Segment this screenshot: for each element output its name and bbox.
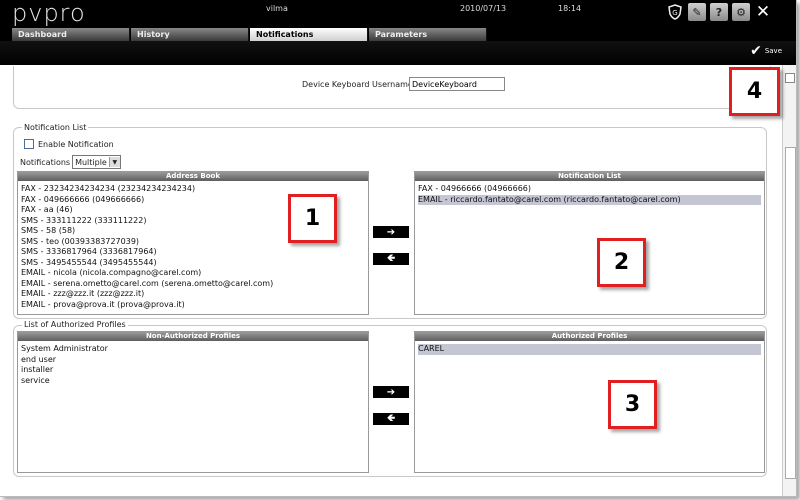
non-authorized-header: Non-Authorized Profiles (18, 332, 368, 341)
save-label: Save (764, 47, 782, 55)
scroll-up-button[interactable] (785, 73, 795, 83)
deauthorize-profile-button[interactable]: 🡸 (373, 413, 409, 425)
address-book-header: Address Book (18, 172, 368, 181)
notifications-mode-row: Notifications Multiple ▼ (20, 155, 121, 169)
user-name: vilma (266, 4, 288, 13)
list-item-selected[interactable]: CAREL (418, 344, 761, 355)
tab-dashboard[interactable]: Dashboard (12, 28, 130, 41)
tab-bar: Dashboard History Notifications Paramete… (0, 28, 796, 41)
toolbar: ✔ Save (0, 41, 796, 65)
list-item-selected[interactable]: EMAIL - riccardo.fantato@carel.com (ricc… (418, 194, 761, 205)
chevron-down-icon: ▼ (108, 157, 120, 167)
arrow-right-icon: ➔ (386, 386, 396, 398)
list-item[interactable]: SMS - 3336817964 (3336817964) (18, 247, 368, 258)
tools-icon[interactable]: ✎ (688, 3, 706, 21)
list-item[interactable]: FAX - 04966666 (04966666) (415, 184, 764, 195)
list-item[interactable]: EMAIL - zzz@zzz.it (zzz@zzz.it) (18, 289, 368, 300)
address-book-list[interactable]: Address Book FAX - 23234234234234 (23234… (17, 171, 369, 315)
vertical-scrollbar[interactable] (782, 65, 796, 496)
header-icons: G ✎ ? ⚙ ✕ (666, 2, 772, 22)
enable-notification-label: Enable Notification (38, 139, 114, 149)
app-logo: pvpro (12, 0, 86, 27)
svg-text:G: G (672, 9, 677, 17)
save-button[interactable]: ✔ Save (750, 44, 782, 58)
shield-icon[interactable]: G (666, 3, 684, 21)
list-item[interactable]: FAX - 23234234234234 (23234234234234) (18, 184, 368, 195)
tab-notifications[interactable]: Notifications (250, 28, 368, 41)
device-keyboard-label: Device Keyboard Username (302, 80, 413, 89)
arrow-left-icon: 🡸 (386, 252, 396, 264)
callout-4: 4 (729, 67, 780, 116)
list-item[interactable]: EMAIL - serena.ometto@carel.com (serena.… (18, 279, 368, 290)
top-bar: pvpro vilma 2010/07/13 18:14 G ✎ ? ⚙ ✕ (0, 0, 796, 28)
current-date: 2010/07/13 (460, 4, 507, 13)
list-item[interactable]: EMAIL - nicola (nicola.compagno@carel.co… (18, 268, 368, 279)
enable-notification-row: Enable Notification (24, 139, 114, 149)
tab-history[interactable]: History (131, 28, 249, 41)
list-item[interactable]: SMS - 3495455544 (3495455544) (18, 258, 368, 269)
arrow-left-icon: 🡸 (386, 412, 396, 424)
notifications-mode-value: Multiple (75, 157, 107, 167)
callout-3: 3 (608, 380, 657, 429)
list-item[interactable]: service (18, 376, 368, 387)
current-time: 18:14 (558, 4, 582, 13)
callout-2: 2 (597, 238, 646, 287)
add-to-notification-button[interactable]: ➔ (373, 226, 409, 238)
list-item[interactable]: EMAIL - prova@prova.it (prova@prova.it) (18, 300, 368, 311)
non-authorized-items: System Administrator end user installer … (18, 341, 368, 386)
notification-list-legend: Notification List (22, 123, 89, 132)
tab-parameters[interactable]: Parameters (369, 28, 487, 41)
authorized-items: CAREL (415, 341, 764, 355)
authorize-profile-button[interactable]: ➔ (373, 386, 409, 398)
callout-1: 1 (288, 194, 337, 243)
notification-items-list[interactable]: Notification List FAX - 04966666 (049666… (414, 171, 765, 315)
device-keyboard-username-input[interactable] (409, 77, 505, 91)
remove-from-notification-button[interactable]: 🡸 (373, 253, 409, 265)
non-authorized-profiles-list[interactable]: Non-Authorized Profiles System Administr… (17, 331, 369, 473)
list-item[interactable]: end user (18, 355, 368, 366)
notification-items: FAX - 04966666 (04966666) EMAIL - riccar… (415, 181, 764, 205)
notification-items-header: Notification List (415, 172, 764, 181)
enable-notification-checkbox[interactable] (24, 139, 34, 149)
scrollbar-thumb[interactable] (785, 147, 796, 479)
notifications-mode-select[interactable]: Multiple ▼ (72, 155, 121, 169)
notifications-mode-label: Notifications (20, 157, 71, 167)
authorized-header: Authorized Profiles (415, 332, 764, 341)
list-item[interactable]: System Administrator (18, 344, 368, 355)
help-icon[interactable]: ? (710, 3, 728, 21)
arrow-right-icon: ➔ (386, 226, 396, 238)
authorized-profiles-list[interactable]: Authorized Profiles CAREL (414, 331, 765, 473)
list-item[interactable]: installer (18, 365, 368, 376)
checkmark-icon: ✔ (750, 43, 762, 59)
close-icon[interactable]: ✕ (754, 2, 772, 22)
user-settings-icon[interactable]: ⚙ (732, 3, 750, 21)
app-window: pvpro vilma 2010/07/13 18:14 G ✎ ? ⚙ ✕ D… (0, 0, 797, 497)
authorized-profiles-legend: List of Authorized Profiles (22, 320, 128, 329)
